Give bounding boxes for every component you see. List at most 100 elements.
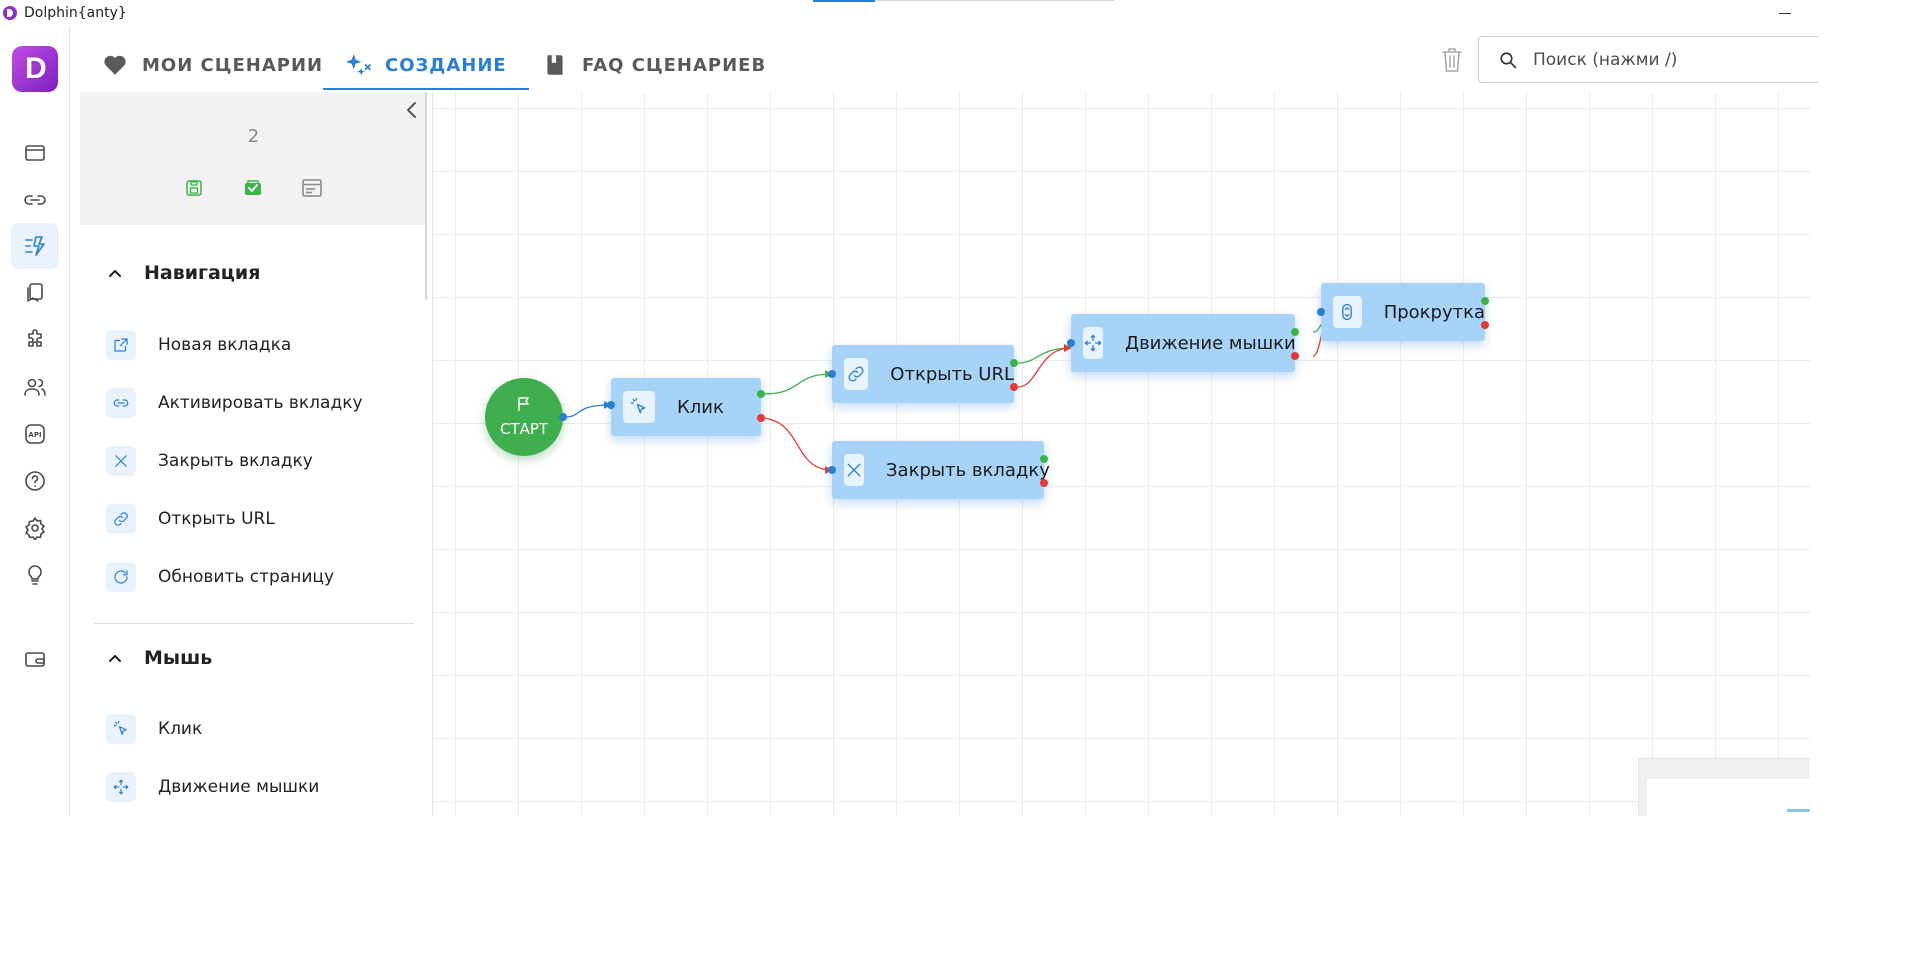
node-close-tab[interactable]: Закрыть вкладку [832, 441, 1050, 499]
rail-item-bookmarks[interactable] [11, 270, 59, 316]
form-icon [302, 179, 322, 197]
rail-item-wallet[interactable] [11, 636, 59, 682]
start-output-port[interactable] [559, 413, 567, 421]
extensions-puzzle-icon [28, 329, 42, 347]
edge-open-url-mouse-move-fail[interactable] [1017, 344, 1072, 388]
automation-icon [25, 236, 45, 256]
start-node[interactable]: СТАРТ [485, 378, 563, 456]
rail-item-automation[interactable] [11, 223, 59, 269]
node-close-tab-success-port[interactable] [1040, 455, 1048, 463]
tab-label: СОЗДАНИЕ [385, 54, 507, 76]
minimize-button[interactable] [1773, 2, 1797, 22]
node-open-url-success-port[interactable] [1010, 359, 1018, 367]
action-label: Закрыть вкладку [158, 451, 313, 471]
node-scroll[interactable]: Прокрутка [1321, 283, 1485, 341]
node-scroll-input-port[interactable] [1317, 308, 1325, 316]
search-input[interactable] [1533, 47, 1803, 73]
rail-item-api[interactable]: API [11, 411, 59, 457]
rail-item-extensions[interactable] [11, 317, 59, 363]
scenario-settings-button[interactable] [300, 176, 324, 200]
action-label: Обновить страницу [158, 567, 335, 587]
canvas-minimap[interactable] [1638, 758, 1810, 816]
tab-my-scenarios[interactable]: МОИ СЦЕНАРИИ [102, 40, 323, 90]
node-label: Закрыть вкладку [886, 459, 1050, 481]
action-open-url[interactable]: Открыть URL [106, 502, 275, 536]
node-mouse-move[interactable]: Движение мышки [1071, 314, 1296, 372]
scroll-icon [1333, 296, 1362, 328]
node-click-fail-port[interactable] [757, 414, 765, 422]
node-label: Движение мышки [1125, 332, 1296, 354]
window-title: Dolphin{anty} [24, 5, 127, 21]
users-icon [24, 378, 46, 396]
action-new-tab[interactable]: Новая вкладка [106, 328, 291, 362]
tab-faq[interactable]: FAQ СЦЕНАРИЕВ [542, 40, 766, 90]
collapse-panel-button[interactable] [402, 98, 422, 122]
node-label: Прокрутка [1383, 301, 1485, 323]
title-bar: Dolphin{anty} [0, 0, 1920, 26]
minimap-viewport[interactable] [1787, 809, 1810, 812]
window-tab-indicator [813, 0, 875, 2]
edges-layer [564, 313, 1331, 474]
node-click-success-port[interactable] [757, 390, 765, 398]
scenario-canvas[interactable]: СТАРТ Клик Открыть URL Закрыть вкладку Д… [432, 92, 1810, 816]
edge-start-click[interactable] [564, 401, 612, 418]
action-label: Активировать вкладку [158, 393, 363, 413]
tab-create[interactable]: СОЗДАНИЕ [323, 40, 529, 90]
rail-item-users[interactable] [11, 364, 59, 410]
node-scroll-fail-port[interactable] [1481, 321, 1489, 329]
api-label: API [28, 431, 41, 439]
close-icon [106, 446, 136, 476]
node-click[interactable]: Клик [611, 378, 761, 436]
section-title: Мышь [144, 647, 213, 669]
action-refresh-page[interactable]: Обновить страницу [106, 560, 334, 594]
url-chain-icon [844, 358, 869, 390]
node-close-tab-fail-port[interactable] [1040, 479, 1048, 487]
browser-profiles-icon [25, 145, 45, 161]
node-mouse-move-fail-port[interactable] [1291, 352, 1299, 360]
rail-item-profiles[interactable] [11, 130, 59, 176]
node-mouse-move-input-port[interactable] [1067, 339, 1075, 347]
start-label: СТАРТ [499, 420, 549, 438]
close-icon [844, 454, 864, 486]
sparkles-icon [345, 52, 371, 78]
tab-label: FAQ СЦЕНАРИЕВ [582, 54, 767, 76]
action-label: Открыть URL [158, 509, 275, 529]
save-and-close-button[interactable] [241, 176, 265, 200]
rail-item-help[interactable] [11, 458, 59, 504]
action-click[interactable]: Клик [106, 712, 202, 746]
section-mouse-header[interactable]: Мышь [108, 647, 212, 669]
wallet-icon [25, 652, 45, 667]
save-icon [186, 180, 202, 196]
move-arrows-icon [106, 772, 136, 802]
brand-logo[interactable]: D [12, 46, 58, 92]
node-click-input-port[interactable] [607, 401, 615, 409]
action-activate-tab[interactable]: Активировать вкладку [106, 386, 363, 420]
edge-click-open-url-success[interactable] [762, 370, 833, 395]
rail-item-settings[interactable] [11, 505, 59, 551]
section-divider [94, 623, 414, 624]
flag-icon [518, 397, 529, 411]
scenario-name[interactable]: 2 [80, 126, 427, 147]
url-chain-icon [106, 504, 136, 534]
rail-item-tips[interactable] [11, 552, 59, 598]
node-open-url-fail-port[interactable] [1010, 383, 1018, 391]
chevron-up-icon [109, 655, 121, 662]
search-field[interactable] [1478, 36, 1818, 83]
node-close-tab-input-port[interactable] [828, 466, 836, 474]
panel-scrollbar[interactable] [425, 92, 427, 300]
section-navigation-header[interactable]: Навигация [108, 262, 260, 284]
chevron-left-icon [407, 102, 416, 118]
node-mouse-move-success-port[interactable] [1291, 328, 1299, 336]
action-label: Клик [158, 719, 203, 739]
save-button[interactable] [182, 176, 206, 200]
node-open-url[interactable]: Открыть URL [832, 345, 1014, 403]
node-scroll-success-port[interactable] [1481, 297, 1489, 305]
action-close-tab[interactable]: Закрыть вкладку [106, 444, 313, 478]
rail-item-proxy[interactable] [11, 177, 59, 223]
action-label: Движение мышки [158, 777, 320, 797]
edge-click-close-tab-fail[interactable] [762, 417, 833, 474]
delete-scenario-button[interactable] [1440, 46, 1464, 74]
left-rail: D API [0, 26, 70, 816]
action-mouse-move[interactable]: Движение мышки [106, 770, 319, 804]
node-open-url-input-port[interactable] [828, 370, 836, 378]
